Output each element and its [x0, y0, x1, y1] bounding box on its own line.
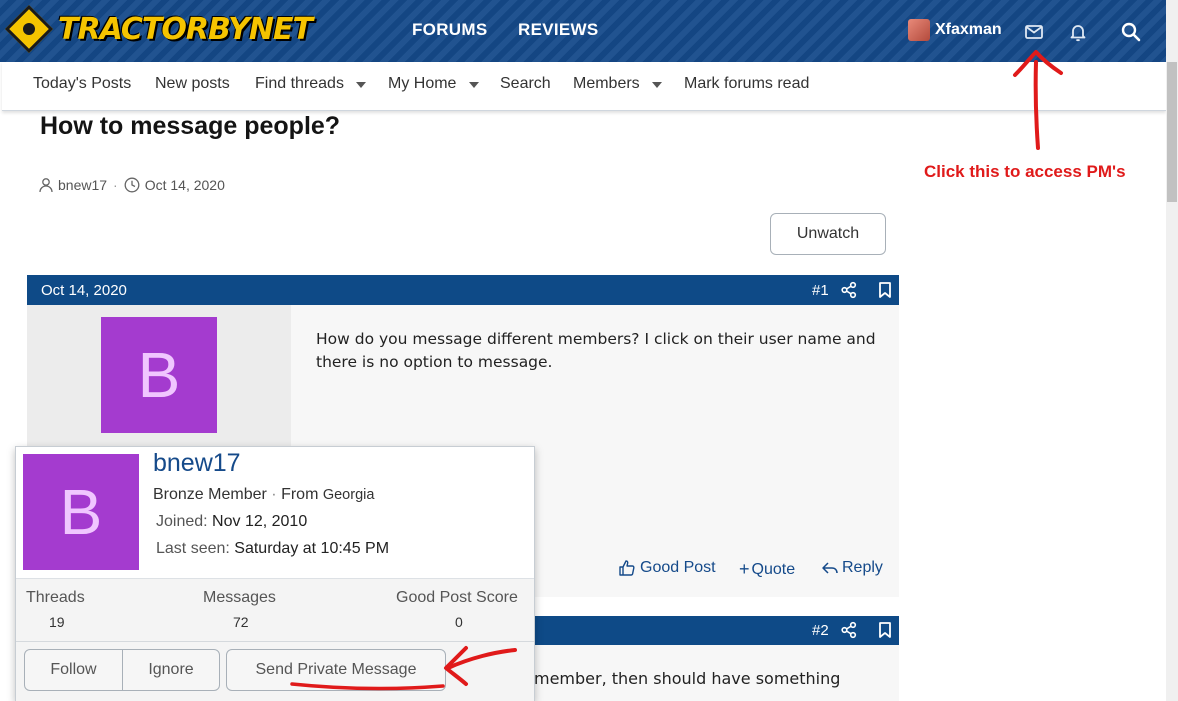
post-date[interactable]: Oct 14, 2020	[41, 282, 127, 299]
avatar[interactable]: B	[23, 454, 139, 570]
reply-label: Reply	[842, 559, 883, 576]
stat-messages-value[interactable]: 72	[233, 614, 249, 630]
quote-label: Quote	[751, 560, 796, 578]
stat-score-value: 0	[455, 614, 463, 630]
user-menu[interactable]: Xfaxman	[908, 19, 1002, 41]
username: Xfaxman	[935, 21, 1002, 38]
member-location[interactable]: Georgia	[323, 487, 375, 503]
user-icon	[39, 178, 53, 193]
stat-messages-label: Messages	[203, 589, 276, 606]
thread-date[interactable]: Oct 14, 2020	[145, 177, 225, 193]
nav-reviews[interactable]: REVIEWS	[518, 20, 599, 40]
scrollbar-thumb[interactable]	[1167, 62, 1177, 202]
member-from-label: From	[281, 486, 319, 503]
bell-icon[interactable]	[1066, 20, 1090, 44]
subnav-new-posts[interactable]: New posts	[155, 75, 230, 93]
send-private-message-button[interactable]: Send Private Message	[226, 649, 446, 691]
clock-icon	[124, 177, 140, 193]
bookmark-icon[interactable]	[876, 621, 894, 639]
member-rank-label: Bronze Member	[153, 486, 267, 503]
stat-threads-label: Threads	[26, 589, 85, 606]
ignore-button[interactable]: Ignore	[122, 649, 220, 691]
share-icon[interactable]	[840, 281, 858, 299]
chevron-down-icon[interactable]	[356, 82, 366, 88]
post-number[interactable]: #2	[812, 622, 829, 639]
follow-button[interactable]: Follow	[24, 649, 123, 691]
chevron-down-icon[interactable]	[469, 82, 479, 88]
chevron-down-icon[interactable]	[652, 82, 662, 88]
thread-author[interactable]: bnew17	[58, 177, 107, 193]
joined-label: Joined:	[156, 513, 208, 530]
last-seen-value: Saturday at 10:45 PM	[234, 540, 390, 557]
thumbs-up-icon	[619, 560, 635, 576]
stat-threads-value[interactable]: 19	[49, 614, 65, 630]
post-message: member, then should have something	[534, 669, 841, 688]
plus-icon: +	[739, 559, 750, 579]
annotation-text: Click this to access PM's	[924, 162, 1126, 181]
subnav-todays-posts[interactable]: Today's Posts	[33, 75, 131, 93]
subnav-members[interactable]: Members	[573, 75, 640, 93]
reply-icon	[822, 562, 838, 574]
stat-score-label: Good Post Score	[396, 589, 518, 606]
good-post-label: Good Post	[640, 559, 716, 576]
member-joined: Joined: Nov 12, 2010	[156, 513, 307, 531]
avatar	[908, 19, 930, 41]
reply-button[interactable]: Reply	[821, 559, 883, 577]
quote-button[interactable]: + Quote	[739, 559, 795, 580]
post-number[interactable]: #1	[812, 282, 829, 299]
thread-meta: bnew17 · Oct 14, 2020	[38, 177, 225, 193]
page-title: How to message people?	[40, 112, 341, 140]
member-username[interactable]: bnew17	[153, 449, 241, 478]
envelope-icon[interactable]	[1022, 20, 1046, 44]
bookmark-icon[interactable]	[876, 281, 894, 299]
subnav-search[interactable]: Search	[500, 75, 551, 93]
logo-text: TRACTORBYNET	[58, 11, 313, 47]
last-seen-label: Last seen:	[156, 540, 230, 557]
subnav-find-threads[interactable]: Find threads	[255, 75, 344, 93]
share-icon[interactable]	[840, 621, 858, 639]
joined-value: Nov 12, 2010	[212, 513, 308, 530]
nav-forums[interactable]: FORUMS	[412, 20, 487, 40]
member-stats	[16, 578, 534, 643]
tractor-logo-icon	[4, 4, 54, 54]
unwatch-button[interactable]: Unwatch	[770, 213, 886, 255]
member-last-seen: Last seen: Saturday at 10:45 PM	[156, 540, 389, 558]
post-header	[27, 275, 899, 305]
site-logo[interactable]: TRACTORBYNET	[4, 4, 313, 54]
subnav-my-home[interactable]: My Home	[388, 75, 456, 93]
subnav-mark-forums-read[interactable]: Mark forums read	[684, 75, 809, 93]
search-icon[interactable]	[1119, 20, 1143, 44]
avatar[interactable]: B	[101, 317, 217, 433]
post-message: How do you message different members? I …	[316, 330, 876, 371]
good-post-button[interactable]: Good Post	[618, 559, 716, 577]
member-rank: Bronze Member · From Georgia	[153, 486, 375, 503]
